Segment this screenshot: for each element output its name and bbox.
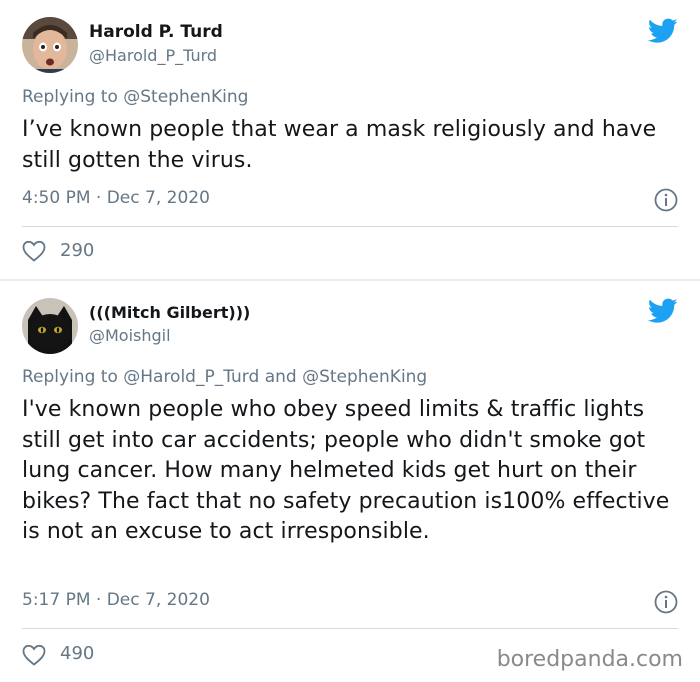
tweet-text: I’ve known people that wear a mask relig… <box>22 117 657 173</box>
author-name[interactable]: (((Mitch Gilbert))) <box>89 303 250 322</box>
reply-to-label: Replying to @StephenKing <box>22 87 249 107</box>
man-portrait-icon <box>22 17 78 73</box>
tweet-timestamp[interactable]: 5:17 PM · Dec 7, 2020 <box>22 590 210 610</box>
author-handle[interactable]: @Moishgil <box>89 326 171 345</box>
author-name[interactable]: Harold P. Turd <box>89 22 223 42</box>
info-icon[interactable] <box>654 188 678 212</box>
author-handle[interactable]: @Harold_P_Turd <box>89 46 217 65</box>
reply-to-label: Replying to @Harold_P_Turd and @StephenK… <box>22 367 428 387</box>
tweet-card[interactable]: (((Mitch Gilbert))) @Moishgil Replying t… <box>0 281 700 682</box>
twitter-bird-icon[interactable] <box>648 18 678 44</box>
tweet-card[interactable]: Harold P. Turd @Harold_P_Turd Replying t… <box>0 0 700 279</box>
heart-icon[interactable] <box>22 644 46 666</box>
avatar[interactable] <box>22 17 78 73</box>
tweet-timestamp[interactable]: 4:50 PM · Dec 7, 2020 <box>22 188 210 208</box>
avatar[interactable] <box>22 298 78 354</box>
like-count: 490 <box>60 643 95 664</box>
info-icon[interactable] <box>654 590 678 614</box>
tweet-text: I've known people who obey speed limits … <box>22 397 670 544</box>
divider <box>22 226 678 227</box>
watermark: boredpanda.com <box>496 647 683 672</box>
divider <box>22 628 678 629</box>
heart-icon[interactable] <box>22 240 46 262</box>
black-cat-icon <box>22 298 78 354</box>
twitter-bird-icon[interactable] <box>648 298 678 324</box>
like-count: 290 <box>60 240 95 261</box>
